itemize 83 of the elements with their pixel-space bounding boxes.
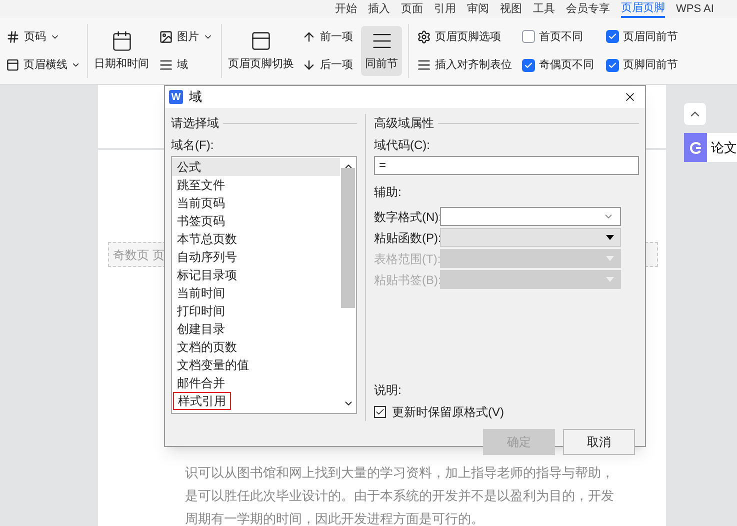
checkbox[interactable] bbox=[522, 58, 535, 72]
field-list-item[interactable]: 公式 bbox=[172, 158, 340, 176]
code-label: 域代码(C): bbox=[374, 137, 431, 154]
field-list-item[interactable]: 样式引用 bbox=[173, 392, 231, 410]
header-footer-switch-button[interactable]: 页眉页脚切换 bbox=[228, 30, 294, 72]
menu-tab[interactable]: 工具 bbox=[533, 1, 555, 17]
menu-tab[interactable]: 开始 bbox=[335, 1, 357, 17]
helper-field-label: 数字格式(N): bbox=[374, 208, 440, 226]
picture-button[interactable]: 图片 bbox=[157, 26, 215, 47]
calendar-icon bbox=[110, 30, 132, 52]
paragraph-line: 识可以从图书馆和网上找到大量的学习资料，加上指导老师的指导与帮助， bbox=[185, 464, 614, 482]
field-list-item[interactable]: 打印时间 bbox=[172, 302, 340, 320]
field-list-item[interactable]: 自动序列号 bbox=[172, 248, 340, 266]
field-list-item[interactable]: 标记目录项 bbox=[172, 266, 340, 284]
options-button[interactable]: 页眉页脚选项 bbox=[415, 26, 514, 47]
dialog-button[interactable]: 取消 bbox=[563, 429, 635, 455]
checkbox[interactable] bbox=[606, 30, 619, 44]
arrow-up-icon bbox=[302, 30, 316, 44]
list-label: 域名(F): bbox=[171, 137, 215, 154]
field-list-item[interactable]: 当前时间 bbox=[172, 284, 340, 302]
field-list-item[interactable]: 创建目录 bbox=[172, 320, 340, 338]
caret-icon bbox=[606, 256, 614, 261]
checkbox-label: 页脚同前节 bbox=[623, 58, 678, 73]
field-list-item[interactable]: 书签页码 bbox=[172, 212, 340, 230]
header-line-button[interactable]: 页眉横线 bbox=[4, 55, 83, 76]
menu-tab[interactable]: 页面 bbox=[401, 1, 423, 17]
description-label: 说明: bbox=[374, 382, 402, 399]
menu-tab[interactable]: 会员专享 bbox=[566, 1, 610, 17]
helper-field-label: 表格范围(T): bbox=[374, 250, 440, 268]
menu-tab[interactable]: WPS AI bbox=[676, 1, 714, 17]
field-list-item[interactable]: 邮件合并 bbox=[172, 374, 340, 392]
field-list-item[interactable]: 文档的页数 bbox=[172, 338, 340, 356]
dialog-title: 域 bbox=[189, 88, 202, 106]
field-list-item[interactable]: 本节总页数 bbox=[172, 230, 340, 248]
dropdown[interactable] bbox=[440, 207, 621, 226]
field-list-item[interactable]: 当前页码 bbox=[172, 194, 340, 212]
field-button[interactable]: 域 bbox=[157, 55, 215, 76]
side-panel-icon bbox=[684, 133, 707, 162]
caret-icon bbox=[606, 277, 614, 282]
page-icon bbox=[250, 30, 272, 52]
checkbox[interactable] bbox=[606, 58, 619, 72]
close-icon bbox=[623, 90, 637, 104]
menu-tab[interactable]: 审阅 bbox=[467, 1, 489, 17]
app-logo-icon: W bbox=[169, 90, 183, 104]
checkbox[interactable] bbox=[374, 406, 386, 418]
menu-tab[interactable]: 视图 bbox=[500, 1, 522, 17]
insert-tab-button[interactable]: 插入对齐制表位 bbox=[415, 55, 514, 76]
paragraph-line: 周期有一学期的时间，因此开发进程方面是可行的。 bbox=[185, 510, 485, 526]
group-title: 请选择域 bbox=[171, 115, 219, 132]
page-number-icon bbox=[6, 30, 20, 44]
check-icon bbox=[524, 60, 533, 70]
field-list-item[interactable]: 文档变量的值 bbox=[172, 356, 340, 374]
menu-tab[interactable]: 插入 bbox=[368, 1, 390, 17]
checkbox[interactable] bbox=[522, 30, 535, 44]
field-list-item[interactable]: 跳至文件 bbox=[172, 176, 340, 194]
checkbox-label: 首页不同 bbox=[539, 30, 583, 44]
checkbox-label: 页眉同前节 bbox=[623, 30, 678, 44]
next-button[interactable]: 后一项 bbox=[300, 55, 355, 76]
checkbox-label: 奇偶页不同 bbox=[539, 58, 594, 73]
caret-icon bbox=[606, 235, 614, 240]
group-title: 高级域属性 bbox=[374, 115, 434, 132]
arrow-down-icon bbox=[302, 58, 316, 72]
checkbox-label: 更新时保留原格式(V) bbox=[392, 404, 504, 421]
side-panel-label: 论文 bbox=[710, 138, 737, 157]
collapse-button[interactable] bbox=[684, 103, 706, 125]
scrollbar-thumb[interactable] bbox=[341, 168, 355, 308]
field-code-input[interactable]: = bbox=[374, 156, 639, 175]
previous-button[interactable]: 前一项 bbox=[300, 26, 355, 47]
paragraph-line: 是可以胜任此次毕业设计的。由于本系统的开发并不是以盈利为目的，开发 bbox=[185, 487, 614, 505]
check-icon bbox=[608, 32, 617, 42]
helper-field-label: 粘贴书签(B): bbox=[374, 272, 440, 288]
picture-icon bbox=[159, 30, 173, 44]
helper-field-label: 粘贴函数(P): bbox=[374, 230, 440, 246]
page-number-button[interactable]: 页码 bbox=[4, 26, 83, 47]
settings-icon bbox=[417, 30, 431, 44]
check-icon bbox=[608, 60, 617, 70]
side-panel-tab[interactable]: 论文 bbox=[684, 133, 737, 162]
header-label: 奇数页 页 bbox=[112, 248, 164, 262]
check-icon bbox=[375, 407, 385, 417]
date-time-button[interactable]: 日期和时间 bbox=[94, 30, 149, 72]
same-as-previous-button[interactable]: 同前节 bbox=[361, 26, 402, 76]
menu-tab[interactable]: 引用 bbox=[434, 1, 456, 17]
helper-label: 辅助: bbox=[374, 184, 402, 201]
